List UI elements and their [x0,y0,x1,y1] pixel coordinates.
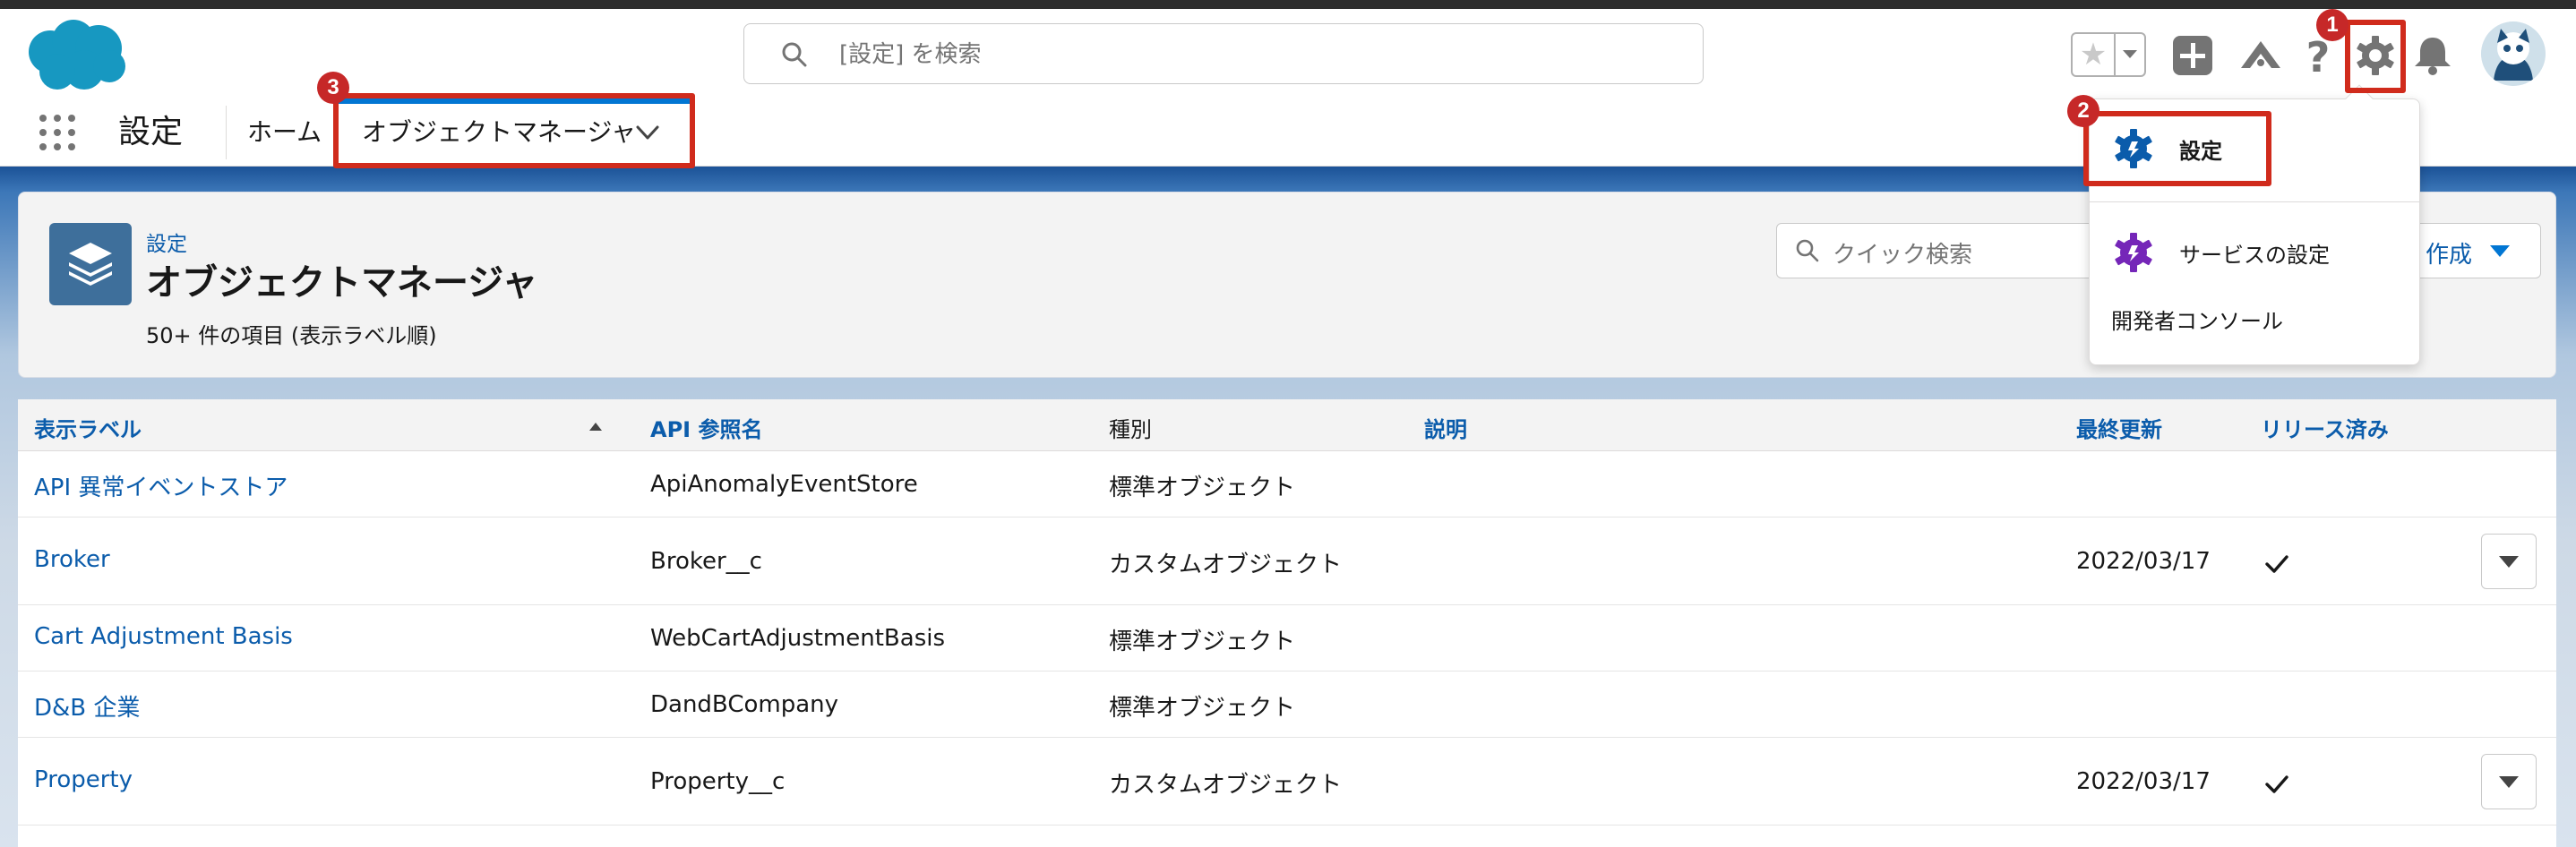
table-row: Cart Adjustment Basis WebCartAdjustmentB… [18,605,2556,672]
search-placeholder: [設定] を検索 [839,41,982,68]
object-type: 標準オブジェクト [1109,475,1296,501]
favorites-list-button[interactable] [2114,34,2144,75]
highlight-setup-menu-item [2083,111,2271,186]
plus-icon[interactable] [2169,32,2216,79]
search-icon [782,42,807,67]
table-row: Property Property__c カスタムオブジェクト 2022/03/… [18,738,2556,826]
table-row [18,826,2556,847]
menu-item-service-setup[interactable]: サービスの設定 [2111,230,2330,275]
object-label-link[interactable]: Property [34,766,133,793]
global-search-input[interactable]: [設定] を検索 [743,23,1704,84]
table-row: Broker Broker__c カスタムオブジェクト 2022/03/17 [18,518,2556,605]
object-label-link[interactable]: D&B 企業 [34,689,140,723]
api-name: Property__c [650,768,786,795]
user-avatar-icon [2481,21,2546,86]
trailhead-icon[interactable] [2237,32,2284,79]
chevron-down-icon [2123,50,2137,58]
create-button-label: 作成 [2425,242,2472,269]
nav-divider [226,106,227,159]
row-actions-button[interactable] [2481,754,2537,809]
step-badge-3: 3 [317,72,349,104]
object-table: 表示ラベル API 参照名 種別 説明 最終更新 リリース済み API 異常イベ… [18,399,2556,847]
menu-divider [2090,201,2419,202]
object-type: カスタムオブジェクト [1109,552,1343,578]
last-modified-date: 2022/03/17 [2076,768,2211,795]
api-name: WebCartAdjustmentBasis [650,625,946,652]
step-badge-2: 2 [2067,95,2099,127]
search-icon [1796,239,1819,262]
window-top-strip [0,0,2576,9]
sort-ascending-icon [589,423,602,431]
table-row: API 異常イベントストア ApiAnomalyEventStore 標準オブジ… [18,451,2556,518]
salesforce-logo[interactable] [23,18,129,93]
layers-icon [69,243,112,286]
object-type: 標準オブジェクト [1109,629,1296,655]
object-type: 標準オブジェクト [1109,695,1296,722]
global-header: [設定] を検索 ★ ? [0,9,2576,98]
breadcrumb[interactable]: 設定 [146,227,187,257]
avatar[interactable] [2481,21,2546,86]
favorites-group: ★ [2071,32,2146,77]
chevron-down-icon [2499,776,2519,788]
column-header-last-modified[interactable]: 最終更新 [2076,412,2162,443]
service-setup-gear-icon [2115,233,2152,272]
tab-home[interactable]: ホーム [247,116,322,149]
page-subtitle: 50+ 件の項目 (表示ラベル順) [146,323,437,348]
object-type: カスタムオブジェクト [1109,772,1343,799]
checkmark-icon [2265,775,2288,793]
page-title: オブジェクトマネージャ [146,262,538,304]
object-manager-icon [49,223,132,305]
column-header-type: 種別 [1109,417,1152,442]
api-name: DandBCompany [650,691,839,718]
chevron-down-icon [2490,245,2510,257]
app-launcher-icon[interactable] [36,111,79,154]
star-icon[interactable]: ★ [2073,34,2114,75]
checkmark-icon [2265,555,2288,573]
step-badge-1: 1 [2316,9,2348,41]
column-header-label[interactable]: 表示ラベル [34,412,142,443]
chevron-down-icon [2499,556,2519,568]
menu-item-developer-console-label: 開発者コンソール [2111,309,2283,334]
object-label-link[interactable]: API 異常イベントストア [34,469,288,502]
app-name: 設定 [118,114,184,150]
api-name: ApiAnomalyEventStore [650,471,918,498]
object-label-link[interactable]: Cart Adjustment Basis [34,623,293,650]
object-label-link[interactable]: Broker [34,546,110,573]
row-actions-button[interactable] [2481,534,2537,589]
last-modified-date: 2022/03/17 [2076,548,2211,575]
menu-item-service-setup-label: サービスの設定 [2179,242,2330,268]
menu-item-developer-console[interactable]: 開発者コンソール [2111,304,2283,335]
highlight-object-manager-tab [333,93,695,168]
bell-icon[interactable] [2409,32,2456,79]
column-header-api-name[interactable]: API 参照名 [650,412,762,443]
column-header-deployed[interactable]: リリース済み [2261,412,2389,443]
api-name: Broker__c [650,548,762,575]
quick-search-placeholder: クイック検索 [1833,242,1973,269]
table-header: 表示ラベル API 参照名 種別 説明 最終更新 リリース済み [18,399,2556,451]
highlight-gear-icon [2345,20,2406,93]
table-row: D&B 企業 DandBCompany 標準オブジェクト [18,672,2556,738]
column-header-description[interactable]: 説明 [1424,412,1467,443]
